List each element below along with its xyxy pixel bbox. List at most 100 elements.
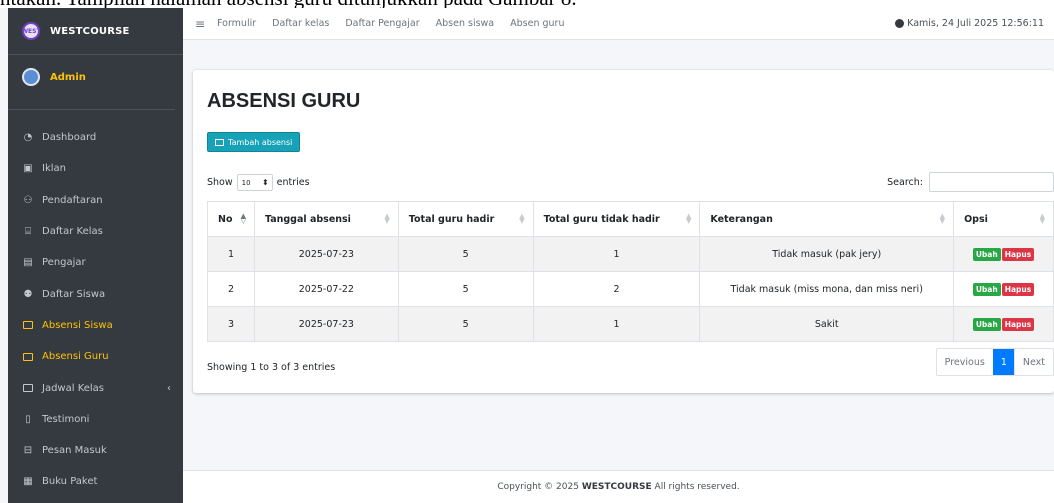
edit-button[interactable]: Ubah (972, 282, 1001, 296)
cell-tanggal: 2025-07-23 (253, 236, 399, 272)
sidebar-item-label: Buku Paket (42, 476, 98, 488)
cell-opsi: Ubah Hapus (953, 306, 1054, 342)
cell-opsi: Ubah Hapus (953, 271, 1054, 307)
sidebar-item-label: Pengajar (42, 257, 86, 269)
edit-button[interactable]: Ubah (972, 247, 1001, 261)
sidebar-item-testimoni[interactable]: ▯ Testimoni (8, 404, 183, 435)
file-icon: ▯ (25, 413, 31, 425)
cell-keterangan: Tidak masuk (pak jery) (699, 236, 955, 272)
sidebar-item-absensi-guru[interactable]: Absensi Guru (8, 341, 183, 372)
previous-page-button[interactable]: Previous (937, 349, 993, 375)
entries-label: entries (276, 177, 310, 188)
menu-toggle-icon[interactable]: ≡ (195, 17, 207, 31)
cell-keterangan: Tidak masuk (miss mona, dan miss neri) (699, 271, 955, 307)
nav-link-absen-guru[interactable]: Absen guru (510, 18, 564, 29)
sidebar-item-label: Iklan (42, 163, 66, 175)
sidebar-item-pendaftaran[interactable]: ⚇ Pendaftaran (8, 185, 183, 216)
user-panel[interactable]: Admin (8, 55, 175, 110)
table-header-row: No ▲ ▽ Tanggal absensi ▲ ▼ Total guru hadir ▲… (207, 201, 1054, 237)
avatar (22, 68, 40, 86)
column-header-hadir[interactable]: Total guru hadir ▲ ▼ (397, 201, 534, 237)
datetime-text: Kamis, 24 Juli 2025 12:56:11 (907, 18, 1044, 29)
next-page-button[interactable]: Next (1015, 349, 1053, 375)
cell-keterangan: Sakit (699, 306, 955, 342)
pagination: Previous 1 Next (935, 348, 1054, 376)
user-group-icon: ⚉ (23, 288, 33, 300)
table-info: Showing 1 to 3 of 3 entries (207, 362, 336, 373)
users-icon: ⚇ (23, 194, 33, 206)
cell-tidak-hadir: 1 (532, 306, 701, 342)
sidebar-item-label: Absensi Guru (42, 351, 109, 363)
column-header-opsi[interactable]: Opsi ▲ ▼ (953, 201, 1054, 237)
column-label: Tanggal absensi (264, 213, 351, 225)
page-title: ABSENSI GURU (207, 90, 361, 112)
delete-button[interactable]: Hapus (1001, 317, 1035, 331)
add-attendance-label: Tambah absensi (228, 137, 293, 147)
delete-button[interactable]: Hapus (1001, 282, 1035, 296)
user-name: Admin (50, 71, 86, 83)
list-icon (22, 351, 34, 363)
footer-brand: WESTCOURSE (581, 482, 652, 492)
cell-no: 2 (207, 271, 255, 307)
sidebar-menu: ◔ Dashboard ▣ Iklan ⚇ Pendaftaran ⌸ Daft… (8, 110, 183, 498)
chevron-updown-icon: ⬍ (261, 178, 269, 187)
page-length-select[interactable]: 10 ⬍ (236, 174, 273, 191)
sidebar-item-jadwal-kelas[interactable]: Jadwal Kelas ‹ (8, 372, 183, 403)
cell-opsi: Ubah Hapus (953, 236, 1054, 272)
column-header-keterangan[interactable]: Keterangan ▲ ▼ (699, 201, 955, 237)
image-icon: ▣ (23, 163, 33, 175)
dashboard-icon: ◔ (23, 132, 33, 144)
top-nav-links: Formulir Daftar kelas Daftar Pengajar Ab… (217, 18, 580, 29)
inbox-icon: ⊟ (23, 445, 33, 457)
table-row: 2 2025-07-22 5 2 Tidak masuk (miss mona,… (207, 271, 1054, 307)
clock-icon (895, 19, 905, 28)
list-icon (22, 319, 34, 331)
add-attendance-button[interactable]: Tambah absensi (207, 132, 301, 152)
page-1-button[interactable]: 1 (992, 349, 1015, 375)
main-card: ABSENSI GURU Tambah absensi Show 10 ⬍ en… (193, 70, 1054, 393)
list-icon (215, 138, 224, 146)
delete-button[interactable]: Hapus (1001, 247, 1035, 261)
edit-button[interactable]: Ubah (972, 317, 1001, 331)
chevron-left-icon: ‹ (167, 382, 171, 394)
sidebar: WEST WESTCOURSE Admin ◔ Dashboard ▣ Ikla… (8, 8, 183, 503)
sidebar-item-label: Absensi Siswa (42, 319, 113, 331)
sidebar-item-daftar-siswa[interactable]: ⚉ Daftar Siswa (8, 278, 183, 309)
brand[interactable]: WEST WESTCOURSE (8, 8, 183, 55)
search-label: Search: (887, 176, 923, 188)
sidebar-item-label: Jadwal Kelas (42, 382, 105, 394)
nav-link-formulir[interactable]: Formulir (217, 18, 256, 29)
book-icon: ▦ (23, 476, 33, 488)
sidebar-item-iklan[interactable]: ▣ Iklan (8, 153, 183, 184)
sidebar-item-label: Pendaftaran (42, 194, 103, 206)
nav-link-daftar-pengajar[interactable]: Daftar Pengajar (345, 18, 419, 29)
cell-tanggal: 2025-07-22 (253, 271, 399, 307)
sidebar-item-dashboard[interactable]: ◔ Dashboard (8, 122, 183, 153)
brand-name: WESTCOURSE (50, 25, 130, 37)
sidebar-item-absensi-siswa[interactable]: Absensi Siswa (8, 310, 183, 341)
footer-prefix: Copyright © 2025 (497, 482, 579, 492)
sidebar-item-pengajar[interactable]: ▤ Pengajar (8, 247, 183, 278)
sidebar-item-buku-paket[interactable]: ▦ Buku Paket (8, 466, 183, 497)
column-header-tidak-hadir[interactable]: Total guru tidak hadir ▲ ▼ (532, 201, 701, 237)
column-header-tanggal[interactable]: Tanggal absensi ▲ ▼ (253, 201, 399, 237)
column-label: No (218, 213, 233, 225)
table-row: 1 2025-07-23 5 1 Tidak masuk (pak jery) … (207, 236, 1054, 272)
sidebar-item-pesan-masuk[interactable]: ⊟ Pesan Masuk (8, 435, 183, 466)
cell-tidak-hadir: 2 (532, 271, 701, 307)
brand-logo: WEST (21, 22, 41, 40)
search-control: Search: (887, 172, 1054, 192)
nav-link-daftar-kelas[interactable]: Daftar kelas (272, 18, 329, 29)
sidebar-item-label: Daftar Siswa (42, 288, 106, 300)
sort-icon: ▲ ▼ (685, 212, 692, 225)
column-label: Total guru hadir (408, 213, 495, 225)
column-header-no[interactable]: No ▲ ▽ (207, 201, 255, 237)
footer: Copyright © 2025 WESTCOURSE All rights r… (183, 470, 1054, 503)
sidebar-item-label: Daftar Kelas (42, 226, 103, 238)
cell-hadir: 5 (397, 306, 534, 342)
search-input[interactable] (929, 172, 1054, 192)
sidebar-item-daftar-kelas[interactable]: ⌸ Daftar Kelas (8, 216, 183, 247)
sidebar-item-label: Dashboard (42, 132, 97, 144)
cell-hadir: 5 (397, 271, 534, 307)
nav-link-absen-siswa[interactable]: Absen siswa (436, 18, 495, 29)
